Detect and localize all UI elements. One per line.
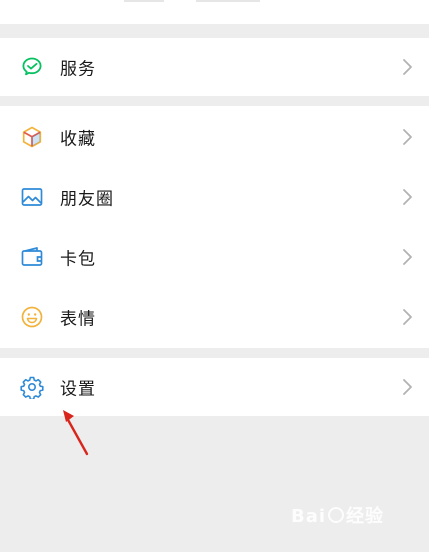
chevron-right-icon [401,58,413,76]
svg-text:Bai: Bai [291,506,326,527]
baidu-jingyan-watermark: Bai 经验 [291,503,411,534]
menu-item-label: 收藏 [60,129,96,150]
profile-header-remnant [0,0,429,24]
menu-item-label: 卡包 [60,249,96,270]
menu-item-moments[interactable]: 朋友圈 [0,168,429,226]
menu-item-services[interactable]: 服务 [0,38,429,96]
menu-item-cards[interactable]: 卡包 [0,228,429,286]
wallet-icon [20,245,44,269]
chevron-right-icon [401,188,413,206]
header-stub-left [124,0,164,2]
menu-item-stickers[interactable]: 表情 [0,288,429,346]
gear-icon [20,375,44,401]
chevron-right-icon [401,378,413,396]
menu-group-personal: 收藏 朋友圈 卡包 表情 [0,106,429,348]
annotation-arrow [63,410,89,456]
chevron-right-icon [401,128,413,146]
header-stub-right [196,0,260,2]
menu-item-label: 朋友圈 [60,189,114,210]
menu-item-label: 表情 [60,309,96,330]
chevron-right-icon [401,308,413,326]
svg-text:经验: 经验 [346,505,384,527]
menu-group-services: 服务 [0,38,429,96]
menu-item-favorites[interactable]: 收藏 [0,108,429,166]
menu-item-label: 服务 [60,59,96,80]
wechat-pay-icon [20,55,44,79]
image-icon [20,185,44,209]
smiley-icon [20,305,44,329]
chevron-right-icon [401,248,413,266]
cube-icon [20,125,44,149]
baidu-logo-icon: Bai 经验 [291,505,384,527]
menu-item-label: 设置 [60,379,96,400]
